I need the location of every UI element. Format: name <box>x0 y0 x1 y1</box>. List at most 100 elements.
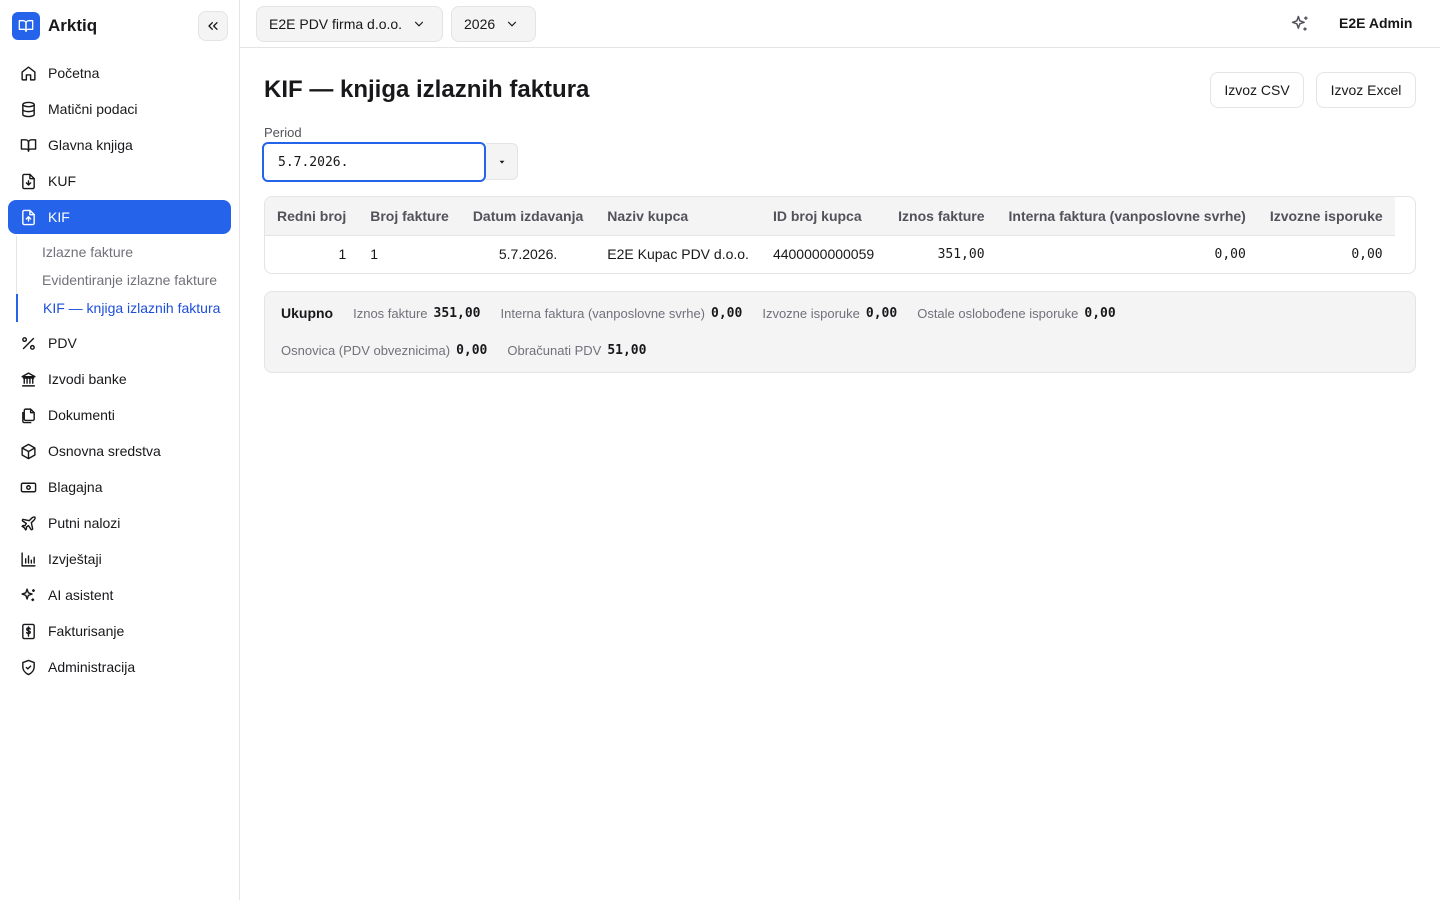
subnav-item-evidentiranje[interactable]: Evidentiranje izlazne fakture <box>16 266 231 294</box>
totals-row: Osnovica (PDV obveznicima) 0,00 Obračuna… <box>281 343 666 358</box>
total-label: Interna faktura (vanposlovne svrhe) <box>500 305 706 321</box>
kif-table: Redni broj Broj fakture Datum izdavanja … <box>264 196 1416 274</box>
total-label: Izvozne isporuke <box>762 305 860 321</box>
table-row[interactable]: 1 1 5.7.2026. E2E Kupac PDV d.o.o. 44000… <box>265 235 1395 273</box>
sidebar-item-maticni-podaci[interactable]: Matični podaci <box>8 92 231 126</box>
column-header[interactable]: Interna faktura (vanposlovne svrhe) <box>996 197 1258 236</box>
sparkle-icon <box>19 586 37 604</box>
subnav-item-kif-knjiga[interactable]: KIF — knjiga izlaznih faktura <box>16 294 231 322</box>
export-excel-button[interactable]: Izvoz Excel <box>1316 72 1416 108</box>
caret-down-icon <box>499 160 504 164</box>
home-icon <box>19 64 37 82</box>
company-select[interactable]: E2E PDV firma d.o.o. <box>256 6 443 42</box>
total-value: 0,00 <box>456 343 488 358</box>
sidebar-item-administracija[interactable]: Administracija <box>8 650 231 684</box>
cell-izvozne: 0,00 <box>1351 246 1383 262</box>
sidebar-item-izvodi-banke[interactable]: Izvodi banke <box>8 362 231 396</box>
sidebar-item-osnovna-sredstva[interactable]: Osnovna sredstva <box>8 434 231 468</box>
sidebar-item-kif[interactable]: KIF <box>8 200 231 234</box>
sidebar-item-fakturisanje[interactable]: Fakturisanje <box>8 614 231 648</box>
table-header-row: Redni broj Broj fakture Datum izdavanja … <box>265 197 1395 236</box>
percent-icon <box>19 334 37 352</box>
ai-assistant-button[interactable] <box>1288 12 1312 36</box>
chevron-down-icon <box>412 17 426 31</box>
total-item: Izvozne isporuke 0,00 <box>762 306 897 321</box>
sidebar-item-label: Blagajna <box>48 479 103 495</box>
column-header[interactable]: Naziv kupca <box>595 197 761 236</box>
files-icon <box>19 406 37 424</box>
box-icon <box>19 442 37 460</box>
total-value: 0,00 <box>1084 305 1116 321</box>
year-select-value: 2026 <box>464 16 496 32</box>
sidebar-item-label: Početna <box>48 65 100 81</box>
sidebar-item-label: Putni nalozi <box>48 515 121 531</box>
total-item: Ostale oslobođene isporuke 0,00 <box>917 306 1115 321</box>
sidebar-item-label: Matični podaci <box>48 101 138 117</box>
total-item: Iznos fakture 351,00 <box>353 306 480 321</box>
cell-broj-fakture: 1 <box>370 246 379 263</box>
shield-icon <box>19 658 37 676</box>
total-label: Obračunati PDV <box>507 343 602 358</box>
database-icon <box>19 100 37 118</box>
cell-kupac: E2E Kupac PDV d.o.o. <box>607 246 749 263</box>
sidebar-item-label: Osnovna sredstva <box>48 443 161 459</box>
column-header[interactable]: Redni broj <box>265 197 359 236</box>
page-title: KIF — knjiga izlaznih faktura <box>264 76 590 103</box>
total-item: Interna faktura (vanposlovne svrhe) 0,00 <box>501 306 743 321</box>
collapse-sidebar-button[interactable] <box>198 11 228 41</box>
topbar: E2E PDV firma d.o.o. 2026 E2E Admin <box>240 0 1440 48</box>
total-value: 0,00 <box>711 305 743 321</box>
sidebar-item-label: KIF <box>48 209 70 225</box>
sidebar-item-izvjestaji[interactable]: Izvještaji <box>8 542 231 576</box>
column-header[interactable]: Datum izdavanja <box>460 197 596 236</box>
totals-panel: Ukupno Iznos fakture 351,00 Interna fakt… <box>264 291 1416 373</box>
invoice-dollar-icon <box>19 622 37 640</box>
total-item: Obračunati PDV 51,00 <box>507 343 646 358</box>
sidebar-item-pdv[interactable]: PDV <box>8 326 231 360</box>
user-menu[interactable]: E2E Admin <box>1339 15 1412 31</box>
app-name: Arktiq <box>48 16 98 35</box>
sidebar-item-dokumenti[interactable]: Dokumenti <box>8 398 231 432</box>
sidebar-item-glavna-knjiga[interactable]: Glavna knjiga <box>8 128 231 162</box>
export-csv-button[interactable]: Izvoz CSV <box>1210 72 1304 108</box>
total-value: 0,00 <box>865 305 898 321</box>
total-value: 51,00 <box>607 343 647 358</box>
chevrons-left-icon <box>208 21 218 30</box>
totals-title: Ukupno <box>281 305 334 321</box>
total-label: Iznos fakture <box>353 305 428 321</box>
plane-icon <box>19 514 37 532</box>
file-download-icon <box>19 172 37 190</box>
total-label: Osnovica (PDV obveznicima) <box>281 343 451 358</box>
cell-redni-broj: 1 <box>338 246 347 263</box>
sidebar-item-label: Fakturisanje <box>48 623 125 639</box>
column-header[interactable]: Broj fakture <box>358 197 461 236</box>
sidebar-item-label: Izvještaji <box>48 551 102 567</box>
sidebar-item-kuf[interactable]: KUF <box>8 164 231 198</box>
year-select[interactable]: 2026 <box>451 6 536 42</box>
cash-icon <box>19 478 37 496</box>
sidebar-item-pocetna[interactable]: Početna <box>8 56 231 90</box>
column-header[interactable]: Izvozne isporuke <box>1257 197 1395 236</box>
sidebar-nav: Početna Matični podaci Glavna knjiga KUF… <box>8 56 231 686</box>
sidebar-item-label: Izvodi banke <box>48 371 127 387</box>
totals-row: Ukupno Iznos fakture 351,00 Interna fakt… <box>281 305 1136 321</box>
sidebar-item-putni-nalozi[interactable]: Putni nalozi <box>8 506 231 540</box>
subnav-item-izlazne-fakture[interactable]: Izlazne fakture <box>16 238 231 266</box>
cell-interna: 0,00 <box>1214 246 1246 262</box>
cell-iznos: 351,00 <box>937 246 985 262</box>
file-upload-icon <box>19 208 37 226</box>
period-dropdown-button[interactable] <box>486 143 518 180</box>
column-header[interactable]: Iznos fakture <box>886 197 997 236</box>
bank-icon <box>19 370 37 388</box>
total-value: 351,00 <box>433 305 481 321</box>
book-open-icon <box>19 136 37 154</box>
total-item: Osnovica (PDV obveznicima) 0,00 <box>281 343 487 358</box>
sidebar-item-blagajna[interactable]: Blagajna <box>8 470 231 504</box>
sidebar-item-ai-asistent[interactable]: AI asistent <box>8 578 231 612</box>
book-logo-icon <box>12 12 40 40</box>
period-input[interactable] <box>262 142 486 182</box>
sidebar-item-label: Administracija <box>48 659 136 675</box>
column-header[interactable]: ID broj kupca <box>760 197 887 236</box>
sidebar-item-label: Glavna knjiga <box>48 137 133 153</box>
brand[interactable]: Arktiq <box>12 12 97 40</box>
